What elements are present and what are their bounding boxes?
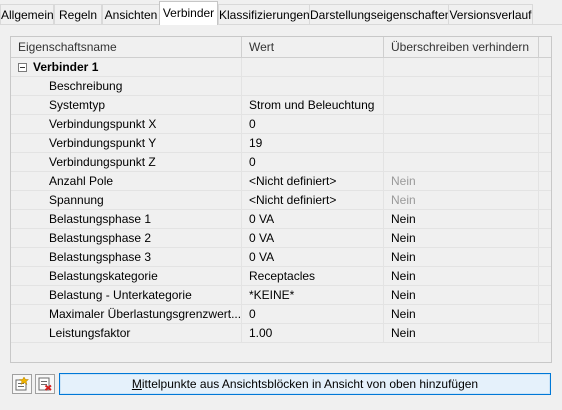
override-cell[interactable]: Nein (384, 286, 539, 304)
header-property-name[interactable]: Eigenschaftsname (11, 37, 242, 57)
remove-connector-icon (38, 377, 52, 391)
override-cell[interactable]: Nein (384, 229, 539, 247)
remove-connector-button[interactable] (35, 374, 55, 394)
property-value-cell[interactable]: 0 (242, 305, 384, 323)
grid-header-row: Eigenschaftsname Wert Überschreiben verh… (11, 37, 551, 58)
property-value-cell[interactable]: 1.00 (242, 324, 384, 342)
tab-bar: Allgemein Regeln Ansichten Verbinder Kla… (0, 0, 562, 26)
property-value-cell[interactable]: Receptacles (242, 267, 384, 285)
add-centerpoints-label: ittelpunkte aus Ansichtsblöcken in Ansic… (141, 377, 479, 391)
property-row[interactable]: Verbindungspunkt X0 (11, 115, 551, 134)
property-row[interactable]: Verbindungspunkt Z0 (11, 153, 551, 172)
property-row[interactable]: Belastungsphase 20 VA Nein (11, 229, 551, 248)
property-value-cell[interactable]: <Nicht definiert> (242, 172, 384, 190)
property-row[interactable]: Verbindungspunkt Y 19 (11, 134, 551, 153)
group-override-cell (384, 58, 539, 76)
property-value-cell[interactable]: <Nicht definiert> (242, 191, 384, 209)
property-name-cell: Anzahl Pole (11, 172, 242, 190)
property-row[interactable]: Beschreibung (11, 77, 551, 96)
override-cell[interactable] (384, 115, 539, 133)
property-name-cell: Belastungsphase 3 (11, 248, 242, 266)
override-cell[interactable]: Nein (384, 305, 539, 323)
property-row[interactable]: Systemtyp Strom und Beleuchtung (11, 96, 551, 115)
property-value-cell[interactable]: Strom und Beleuchtung (242, 96, 384, 114)
property-name-cell: Verbindungspunkt Y (11, 134, 242, 152)
add-connector-icon (15, 377, 29, 391)
tab-verbinder[interactable]: Verbinder (159, 1, 218, 25)
header-value[interactable]: Wert (242, 37, 384, 57)
property-name-cell: Beschreibung (11, 77, 242, 95)
tab-ansichten[interactable]: Ansichten (102, 4, 160, 24)
override-cell[interactable] (384, 77, 539, 95)
override-cell[interactable]: Nein (384, 267, 539, 285)
add-centerpoints-button[interactable]: Mittelpunkte aus Ansichtsblöcken in Ansi… (59, 373, 551, 395)
property-name-cell: Verbindungspunkt Z (11, 153, 242, 171)
property-name-cell: Maximaler Überlastungsgrenzwert... (11, 305, 242, 323)
add-centerpoints-mnemonic: M (131, 377, 142, 391)
property-value-cell[interactable]: *KEINE* (242, 286, 384, 304)
tab-allgemein[interactable]: Allgemein (0, 4, 54, 24)
property-value-cell[interactable]: 0 VA (242, 248, 384, 266)
property-row[interactable]: Belastungsphase 30 VA Nein (11, 248, 551, 267)
override-cell: Nein (384, 191, 539, 209)
property-row[interactable]: Belastungsphase 10 VA Nein (11, 210, 551, 229)
property-name-cell: Systemtyp (11, 96, 242, 114)
group-label-cell: Verbinder 1 (11, 58, 242, 76)
override-cell[interactable] (384, 153, 539, 171)
property-row[interactable]: Spannung <Nicht definiert> Nein (11, 191, 551, 210)
property-grid-panel: Eigenschaftsname Wert Überschreiben verh… (10, 36, 552, 363)
property-value-cell[interactable]: 19 (242, 134, 384, 152)
group-label: Verbinder 1 (33, 60, 99, 74)
group-row-verbinder-1[interactable]: Verbinder 1 (11, 58, 551, 77)
property-name-cell: Belastungskategorie (11, 267, 242, 285)
property-row[interactable]: Leistungsfaktor 1.00 Nein (11, 324, 551, 343)
tab-darstellungseigenschaften[interactable]: Darstellungseigenschaften (309, 4, 451, 24)
property-row[interactable]: Maximaler Überlastungsgrenzwert... 0 Nein (11, 305, 551, 324)
tab-regeln[interactable]: Regeln (54, 4, 102, 24)
collapse-icon[interactable] (18, 63, 27, 72)
property-row[interactable]: Belastungskategorie Receptacles Nein (11, 267, 551, 286)
property-row[interactable]: Anzahl Pole <Nicht definiert> Nein (11, 172, 551, 191)
group-value-cell (242, 58, 384, 76)
property-value-cell[interactable] (242, 77, 384, 95)
property-name-cell: Leistungsfaktor (11, 324, 242, 342)
override-cell[interactable]: Nein (384, 324, 539, 342)
property-name-cell: Belastung - Unterkategorie (11, 286, 242, 304)
property-value-cell[interactable]: 0 VA (242, 210, 384, 228)
override-cell[interactable]: Nein (384, 210, 539, 228)
property-name-cell: Belastungsphase 2 (11, 229, 242, 247)
override-cell[interactable]: Nein (384, 248, 539, 266)
property-value-cell[interactable]: 0 (242, 153, 384, 171)
property-name-cell: Spannung (11, 191, 242, 209)
property-value-cell[interactable]: 0 (242, 115, 384, 133)
property-name-cell: Verbindungspunkt X (11, 115, 242, 133)
property-value-cell[interactable]: 0 VA (242, 229, 384, 247)
tab-klassifizierungen[interactable]: Klassifizierungen (218, 4, 310, 24)
property-grid: Eigenschaftsname Wert Überschreiben verh… (11, 37, 551, 343)
override-cell[interactable] (384, 134, 539, 152)
property-row[interactable]: Belastung - Unterkategorie *KEINE* Nein (11, 286, 551, 305)
property-name-cell: Belastungsphase 1 (11, 210, 242, 228)
header-override[interactable]: Überschreiben verhindern (384, 37, 539, 57)
add-connector-button[interactable] (12, 374, 32, 394)
override-cell[interactable] (384, 96, 539, 114)
tab-versionsverlauf[interactable]: Versionsverlauf (448, 4, 533, 24)
override-cell: Nein (384, 172, 539, 190)
